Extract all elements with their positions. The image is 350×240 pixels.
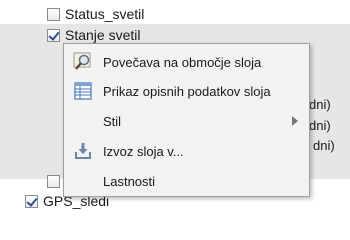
layer-panel: Status_svetil Stanje svetil dni) dni) dn… (0, 0, 350, 225)
zoom-to-layer-icon (73, 52, 93, 72)
layer-row-status-svetil[interactable]: Status_svetil (47, 3, 144, 25)
layer-visibility-checkbox[interactable] (25, 194, 38, 208)
menu-item-label: Lastnosti (103, 173, 156, 189)
menu-item-label: Izvoz sloja v... (103, 143, 184, 159)
layer-label: Status_svetil (65, 6, 145, 22)
attribute-table-icon (73, 81, 93, 101)
menu-item-zoom-to-layer[interactable]: Povečava na območje sloja (65, 47, 308, 77)
menu-item-label: Povečava na območje sloja (103, 54, 262, 70)
layer-label: Stanje svetil (65, 27, 141, 43)
menu-item-attribute-table[interactable]: Prikaz opisnih podatkov sloja (65, 76, 308, 106)
menu-item-style[interactable]: Stil (65, 106, 308, 136)
menu-item-label: Prikaz opisnih podatkov sloja (103, 83, 271, 99)
legend-fragment: dni) (309, 118, 331, 133)
menu-item-export-layer[interactable]: Izvoz sloja v... (65, 136, 308, 166)
legend-fragment: dni) (309, 97, 331, 112)
layer-visibility-checkbox[interactable] (47, 7, 60, 21)
export-layer-icon (73, 141, 93, 161)
layer-visibility-checkbox[interactable] (47, 174, 60, 188)
menu-item-label: Stil (103, 113, 122, 129)
legend-fragment: dni) (313, 138, 335, 153)
layer-context-menu: Povečava na območje sloja Prikaz opisnih… (63, 43, 310, 197)
menu-item-properties[interactable]: Lastnosti (65, 166, 308, 196)
submenu-arrow-icon (292, 116, 298, 126)
layer-visibility-checkbox[interactable] (47, 28, 60, 42)
